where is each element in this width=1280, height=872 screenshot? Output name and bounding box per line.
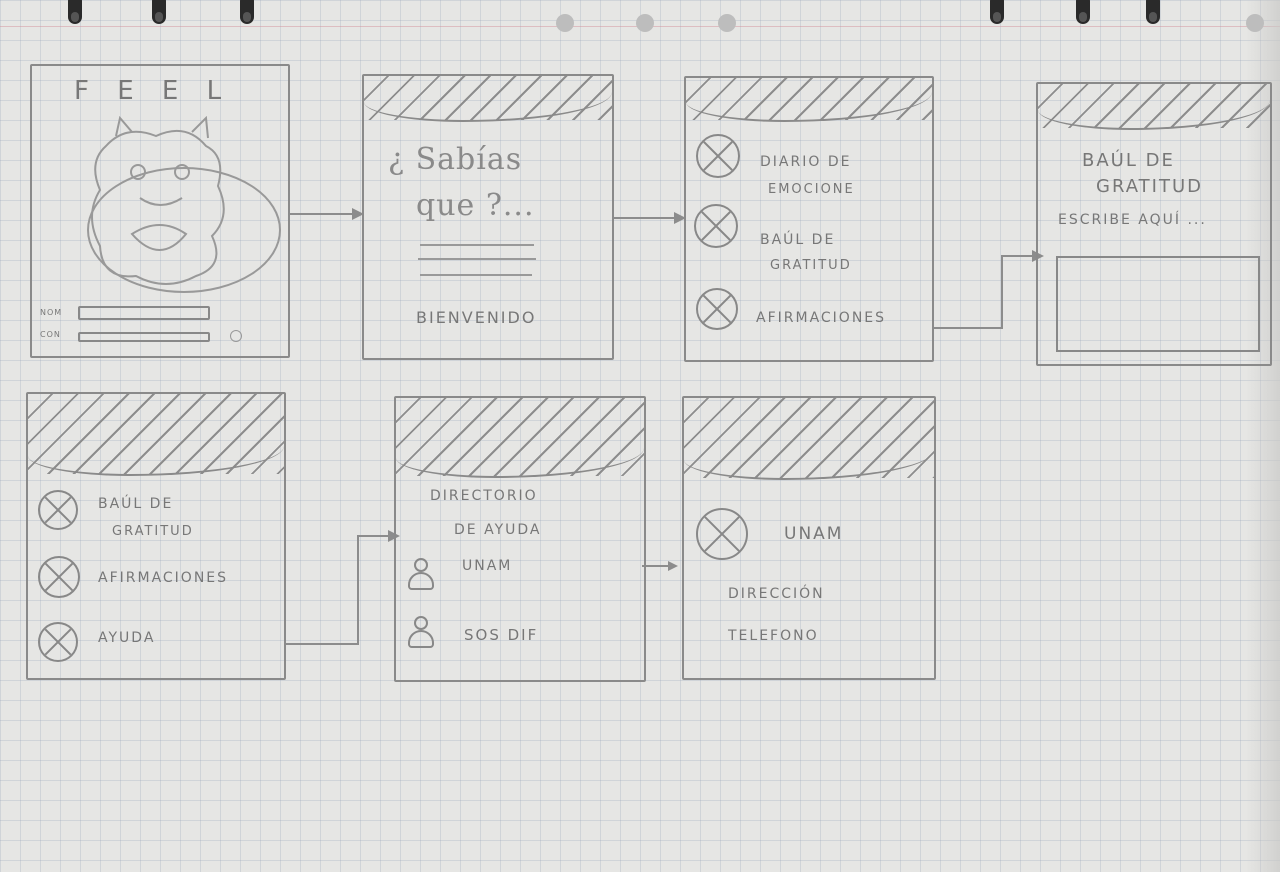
contact-avatar-icon <box>696 508 748 560</box>
gratitude-icon[interactable] <box>38 490 78 530</box>
text-line <box>420 274 532 276</box>
menu-item-diary-line1[interactable]: DIARIO DE <box>760 154 851 170</box>
menu-item-gratitude-line2[interactable]: GRATITUD <box>112 524 194 539</box>
arrow-menu2-to-directory <box>286 535 392 645</box>
heading-line1: ¿ Sabías <box>388 142 523 177</box>
menu-item-help[interactable]: AYUDA <box>98 630 155 646</box>
affirmations-icon[interactable] <box>38 556 80 598</box>
help-icon[interactable] <box>38 622 78 662</box>
name-input[interactable] <box>78 306 210 320</box>
spiral-ring <box>1076 0 1090 24</box>
menu-item-affirmations[interactable]: AFIRMACIONES <box>756 310 886 326</box>
spiral-hole <box>1246 14 1264 32</box>
screen-main-menu: DIARIO DE EMOCIONE BAÚL DE GRATITUD AFIR… <box>684 76 934 362</box>
text-line <box>420 244 534 246</box>
screen-contact-detail: UNAM DIRECCIÓN TELEFONO <box>682 396 936 680</box>
affirmations-icon[interactable] <box>696 288 738 330</box>
contact-address: DIRECCIÓN <box>728 586 825 602</box>
spiral-ring <box>68 0 82 24</box>
name-label: NOM <box>40 308 63 317</box>
spiral-ring <box>240 0 254 24</box>
directory-title-line2: DE AYUDA <box>454 522 542 538</box>
gratitude-icon[interactable] <box>694 204 738 248</box>
menu-item-gratitude-line1[interactable]: BAÚL DE <box>760 232 835 248</box>
directory-title-line1: DIRECTORIO <box>430 488 538 504</box>
screen-directory: DIRECTORIO DE AYUDA UNAM SOS DIF <box>394 396 646 682</box>
menu-item-diary-line2[interactable]: EMOCIONE <box>768 182 855 197</box>
arrow-menu-to-gratitude <box>934 255 1036 329</box>
menu-item-affirmations[interactable]: AFIRMACIONES <box>98 570 228 586</box>
menu-item-gratitude-line2[interactable]: GRATITUD <box>770 258 852 273</box>
app-title: F E E L <box>74 76 232 106</box>
gratitude-title-line1: BAÚL DE <box>1082 150 1175 171</box>
contact-name: UNAM <box>784 524 844 544</box>
screen-gratitude: BAÚL DE GRATITUD ESCRIBE AQUÍ ... <box>1036 82 1272 366</box>
spiral-ring <box>152 0 166 24</box>
gratitude-title-line2: GRATITUD <box>1096 176 1203 197</box>
screen-login: F E E L NOM CON <box>30 64 290 358</box>
contact-person-icon <box>406 558 436 592</box>
text-line <box>418 258 536 260</box>
screen-help-menu: BAÚL DE GRATITUD AFIRMACIONES AYUDA <box>26 392 286 680</box>
screen-did-you-know: ¿ Sabías que ?... BIENVENIDO <box>362 74 614 360</box>
spiral-hole <box>718 14 736 32</box>
heading-line2: que ?... <box>416 188 535 223</box>
spiral-ring <box>990 0 1004 24</box>
contact-sos-dif[interactable]: SOS DIF <box>464 626 538 644</box>
write-prompt: ESCRIBE AQUÍ ... <box>1058 212 1207 228</box>
gratitude-textarea[interactable] <box>1056 256 1260 352</box>
monster-mascot-icon <box>87 116 281 293</box>
welcome-text: BIENVENIDO <box>416 308 537 327</box>
contact-person-icon <box>406 616 436 650</box>
spiral-hole <box>556 14 574 32</box>
password-input[interactable] <box>78 332 210 342</box>
spiral-ring <box>1146 0 1160 24</box>
diary-icon[interactable] <box>696 134 740 178</box>
spiral-hole <box>636 14 654 32</box>
password-label: CON <box>40 330 61 339</box>
contact-unam[interactable]: UNAM <box>462 558 512 574</box>
submit-icon[interactable] <box>230 330 242 342</box>
menu-item-gratitude-line1[interactable]: BAÚL DE <box>98 496 173 512</box>
contact-phone[interactable]: TELEFONO <box>728 628 819 644</box>
